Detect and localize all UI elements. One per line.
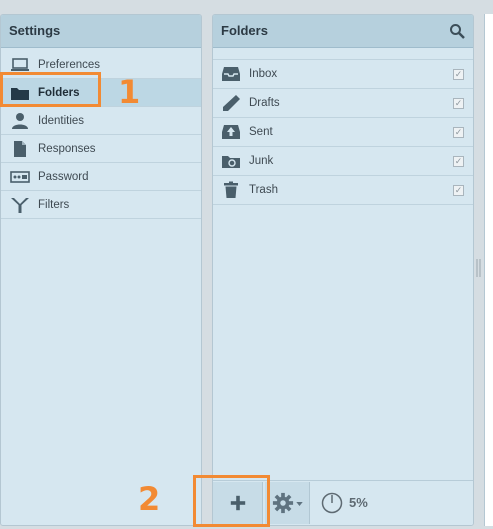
folder-label: Inbox (249, 68, 278, 80)
subscribe-checkbox[interactable]: ✓ (453, 98, 464, 109)
folders-title: Folders (221, 23, 268, 38)
settings-item-label: Identities (38, 115, 85, 127)
settings-item-password[interactable]: Password (1, 163, 201, 191)
search-icon[interactable] (449, 23, 465, 39)
settings-item-label: Filters (38, 199, 70, 211)
settings-item-responses[interactable]: Responses (1, 135, 201, 163)
folder-item-junk[interactable]: Junk ✓ (213, 147, 473, 176)
highlight-add-button (193, 475, 270, 527)
folder-label: Drafts (249, 97, 280, 109)
folder-item-drafts[interactable]: Drafts ✓ (213, 89, 473, 118)
settings-item-label: Preferences (38, 59, 101, 71)
folder-label: Sent (249, 126, 273, 138)
filter-icon (11, 198, 29, 213)
quota-indicator: 5% (321, 492, 381, 514)
inbox-icon (222, 67, 240, 81)
highlight-folders (0, 72, 101, 107)
chevron-down-icon (296, 502, 303, 506)
step-number-2: 2 (138, 480, 161, 518)
step-number-1: 1 (118, 73, 141, 111)
junk-icon (222, 156, 240, 168)
settings-item-label: Responses (38, 143, 96, 155)
settings-item-identities[interactable]: Identities (1, 107, 201, 135)
folders-header: Folders (213, 15, 473, 48)
folder-options-button[interactable] (265, 482, 310, 524)
subscribe-checkbox[interactable]: ✓ (453, 127, 464, 138)
splitter-handle[interactable] (476, 259, 481, 277)
document-icon (14, 141, 26, 157)
folder-item-sent[interactable]: Sent ✓ (213, 118, 473, 147)
password-icon (10, 171, 30, 183)
folder-item-trash[interactable]: Trash ✓ (213, 176, 473, 205)
pencil-icon (223, 95, 240, 111)
quota-percent: 5% (349, 495, 368, 510)
settings-item-filters[interactable]: Filters (1, 191, 201, 219)
folder-label: Trash (249, 184, 278, 196)
subscribe-checkbox[interactable]: ✓ (453, 185, 464, 196)
sent-icon (222, 125, 240, 139)
person-icon (12, 113, 28, 129)
subscribe-checkbox[interactable]: ✓ (453, 69, 464, 80)
settings-header: Settings (1, 15, 201, 48)
trash-icon (224, 181, 238, 198)
folder-item-inbox[interactable]: Inbox ✓ (213, 60, 473, 89)
folders-panel: Folders Inbox ✓ Drafts ✓ Sent ✓ Junk ✓ T… (212, 14, 474, 526)
folder-label: Junk (249, 155, 274, 167)
settings-item-label: Password (38, 171, 89, 183)
subscribe-checkbox[interactable]: ✓ (453, 156, 464, 167)
content-pane-edge (484, 14, 493, 526)
folder-list: Inbox ✓ Drafts ✓ Sent ✓ Junk ✓ Trash ✓ (213, 59, 473, 205)
gear-icon (272, 492, 294, 514)
quota-gauge-icon (321, 492, 343, 514)
